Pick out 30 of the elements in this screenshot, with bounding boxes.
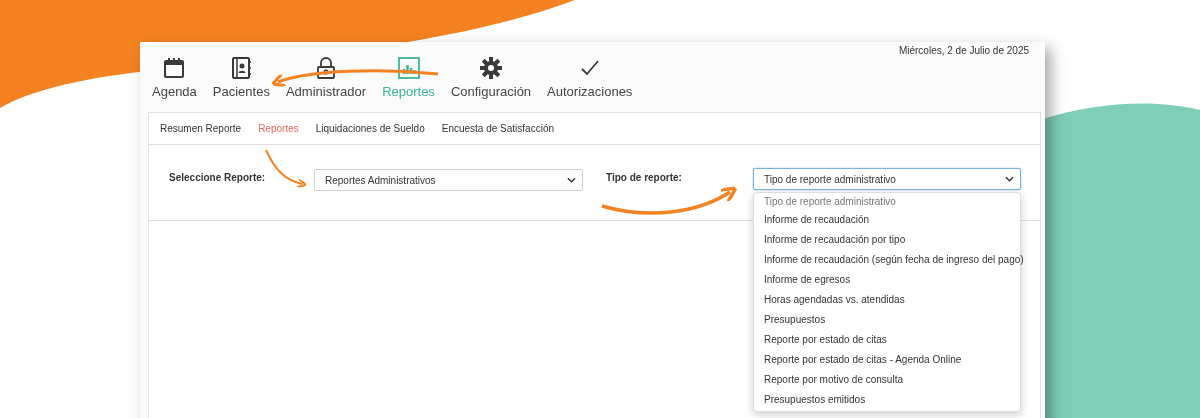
- dropdown-option[interactable]: Presupuestos emitidos: [754, 390, 1020, 410]
- curved-arrow: [265, 149, 307, 188]
- chevron-icon: [1005, 176, 1014, 182]
- field-label: Seleccione Reporte:: [169, 172, 266, 183]
- dropdown-option[interactable]: Reporte por estado de citas: [754, 330, 1020, 350]
- nav-item[interactable]: Agenda: [144, 56, 205, 112]
- subtab[interactable]: Liquidaciones de Sueldo: [308, 122, 435, 135]
- dropdown-option[interactable]: Horas agendadas vs. atendidas: [754, 290, 1020, 310]
- dropdown-option[interactable]: Informe de egresos: [754, 270, 1020, 290]
- nav-item[interactable]: Configuración: [442, 56, 540, 112]
- calendar-icon: [162, 56, 187, 80]
- report-type-select[interactable]: Tipo de reporte administrativo: [753, 168, 1021, 190]
- nav-item[interactable]: Pacientes: [204, 56, 278, 112]
- nav-item[interactable]: Administrador: [277, 56, 375, 112]
- subtab[interactable]: Encuesta de Satisfacción: [434, 122, 564, 135]
- subtab[interactable]: Resumen Reporte: [153, 122, 252, 135]
- chevron-icon: [567, 177, 576, 183]
- nav-item[interactable]: Autorizaciones: [539, 56, 641, 112]
- date-text: Miércoles, 2 de Julio de 2025: [898, 45, 1029, 56]
- dropdown-option: Tipo de reporte administrativo: [754, 194, 1020, 210]
- padlock-icon: [314, 56, 338, 80]
- bar-chart-icon: [396, 56, 421, 80]
- dropdown-option[interactable]: Presupuestos: [754, 310, 1020, 330]
- dropdown-option[interactable]: Informe de recaudación por tipo: [754, 230, 1020, 250]
- dropdown-option[interactable]: Reporte por estado de citas - Agenda Online: [754, 350, 1020, 370]
- report-select[interactable]: Reportes Administrativos: [314, 169, 583, 191]
- dropdown-option[interactable]: Informe de recaudación: [754, 210, 1020, 230]
- field-label: Tipo de reporte:: [606, 172, 682, 183]
- address-book-icon: [229, 56, 254, 80]
- dropdown-option[interactable]: Reporte por motivo de consulta: [754, 370, 1020, 390]
